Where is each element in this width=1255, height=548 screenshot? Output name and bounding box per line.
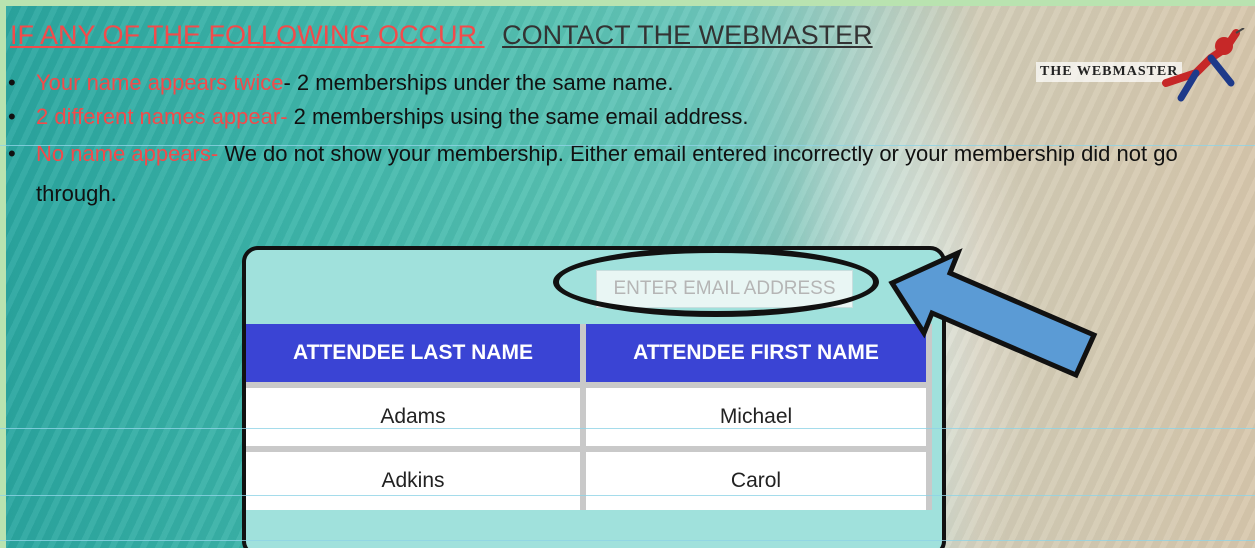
guide-line [0, 145, 1255, 146]
cell-last-name: Adkins [246, 452, 586, 510]
table-header-row: ATTENDEE LAST NAME ATTENDEE FIRST NAME [246, 324, 932, 382]
column-header-last-name[interactable]: ATTENDEE LAST NAME [246, 324, 586, 382]
condition-label: Your name appears twice [36, 70, 284, 95]
cell-first-name: Michael [586, 388, 932, 446]
list-item: • No name appears- We do not show your m… [6, 134, 1216, 214]
condition-label: 2 different names appear- [36, 104, 288, 129]
guide-line [0, 495, 1255, 496]
guide-line [0, 428, 1255, 429]
bullet-icon: • [8, 104, 16, 129]
arrow-left-icon [888, 248, 1098, 379]
table-row: Adkins Carol [246, 452, 932, 510]
condition-text: 2 memberships using the same email addre… [287, 104, 749, 129]
guide-line [0, 540, 1255, 541]
warning-text: IF ANY OF THE FOLLOWING OCCUR. [10, 20, 485, 50]
email-highlight-oval [553, 247, 879, 317]
condition-text: - 2 memberships under the same name. [283, 70, 674, 95]
cell-last-name: Adams [246, 388, 586, 446]
list-item: • Your name appears twice- 2 memberships… [6, 66, 1206, 100]
bullet-icon: • [8, 141, 16, 166]
cell-first-name: Carol [586, 452, 932, 510]
list-item: • 2 different names appear- 2 membership… [6, 100, 1206, 134]
instruction-list: • Your name appears twice- 2 memberships… [6, 66, 1206, 214]
attendee-table: ATTENDEE LAST NAME ATTENDEE FIRST NAME A… [246, 324, 932, 510]
warning-header: IF ANY OF THE FOLLOWING OCCUR. CONTACT T… [10, 20, 873, 51]
bullet-icon: • [8, 70, 16, 95]
table-row: Adams Michael [246, 388, 932, 446]
contact-webmaster-text: CONTACT THE WEBMASTER [502, 20, 873, 50]
